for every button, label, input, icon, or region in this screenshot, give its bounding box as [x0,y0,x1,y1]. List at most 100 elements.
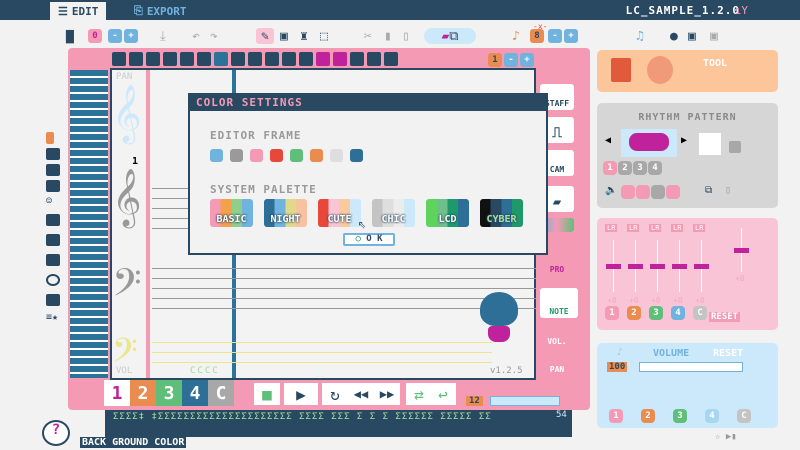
minus-button[interactable]: - [108,29,122,43]
select-icon[interactable]: ▣ [280,28,288,44]
home-icon[interactable] [46,214,60,226]
prev-pattern-icon[interactable]: ◀ [605,135,611,146]
repeat-icon[interactable]: ⇄ [406,383,432,405]
instrument-icon[interactable] [384,52,398,66]
palette-chic[interactable]: CHIC [372,199,415,227]
star-list-icon[interactable]: ≡★ [46,312,60,324]
next-pattern-icon[interactable]: ▶ [681,135,687,146]
instrument-icon[interactable] [231,52,245,66]
pan-fader-knob[interactable] [672,264,687,269]
rhythm-pattern-1[interactable]: 1 [603,161,617,175]
grid-icon[interactable] [46,234,60,246]
rhythm-pattern-3[interactable]: 3 [633,161,647,175]
pan-fader-knob[interactable] [628,264,643,269]
instrument-icon[interactable] [146,52,160,66]
rhythm-option[interactable] [636,185,650,199]
frame-color-swatch[interactable] [350,149,363,162]
pan-fader-knob[interactable] [606,264,621,269]
palette-icon[interactable] [647,56,673,84]
rhythm-pattern-2[interactable]: 2 [618,161,632,175]
pattern-clear-icon[interactable] [729,141,741,153]
master-fader-knob[interactable] [734,248,749,253]
volume-reset-button[interactable]: RESET [713,348,743,359]
download-icon[interactable]: ⤓ [160,28,166,44]
fast-forward-icon[interactable]: ▶▶ [374,383,400,405]
instrument-icon[interactable] [112,52,126,66]
tempo-slider[interactable] [490,396,560,406]
pan-fader-knob[interactable] [650,264,665,269]
palette-lcd[interactable]: LCD [426,199,469,227]
song-overview-strip[interactable]: ΣΣΣΣ‡ ‡ΣΣΣΣΣΣΣΣΣΣΣΣΣΣΣΣΣΣΣΣΣ ΣΣΣΣ ΣΣΣ Σ … [105,410,572,437]
octave-plus-button[interactable]: + [564,29,578,43]
pencil-icon[interactable]: ✎ [256,28,274,44]
instrument-icon[interactable] [367,52,381,66]
eraser-icon[interactable]: ▰ ⧉ [424,28,476,44]
list-icon[interactable] [46,294,60,306]
frame-color-swatch[interactable] [330,149,343,162]
frame-color-swatch[interactable] [230,149,243,162]
smile-icon[interactable]: ☺ [46,196,60,208]
tab-export[interactable]: ⎘ EXPORT [126,2,195,20]
palette-cute[interactable]: CUTE [318,199,361,227]
volume-slider[interactable] [639,362,743,372]
instrument-minus-button[interactable]: - [504,53,518,67]
ok-button[interactable]: ○ O K [343,233,395,246]
screen2-icon[interactable]: ▣ [710,28,718,44]
duplicate-icon[interactable]: ⧉ [449,29,458,44]
frame-color-swatch[interactable] [270,149,283,162]
channel-tab-3[interactable]: 3 [156,380,182,406]
mixer-channel-c[interactable]: C [693,306,707,320]
pan-fader-knob[interactable] [694,264,709,269]
octave-minus-button[interactable]: - [548,29,562,43]
copy-icon[interactable]: ▮ [384,28,392,44]
circle-icon[interactable] [46,274,60,286]
rewind-icon[interactable]: ◀◀ [348,383,374,405]
mixer-channel-2[interactable]: 2 [627,306,641,320]
list-icon[interactable] [46,164,60,176]
channel-tab-2[interactable]: 2 [130,380,156,406]
volume-channel-1[interactable]: 1 [609,409,623,423]
tab-edit[interactable]: ☰ EDIT [50,2,107,20]
volume-channel-c[interactable]: C [737,409,751,423]
channel-tab-4[interactable]: 4 [182,380,208,406]
frame-color-swatch[interactable] [310,149,323,162]
redo-icon[interactable]: ↷ [210,28,218,44]
screen-icon[interactable]: ▣ [688,28,696,44]
pattern-list-icon[interactable] [699,133,721,155]
stop-icon[interactable]: ■ [254,383,280,405]
plus-button[interactable]: + [124,29,138,43]
copy-icon[interactable]: ⧉ [705,185,712,196]
paste-icon[interactable]: ▯ [725,185,731,196]
stamp-icon[interactable]: ♜ [300,28,308,44]
instrument-icon[interactable] [129,52,143,66]
mixer-reset-button[interactable]: RESET [709,312,741,322]
instrument-icon[interactable] [248,52,262,66]
scissors-icon[interactable]: ✂ [364,28,372,44]
instrument-icon[interactable] [214,52,228,66]
channel-tab-c[interactable]: C [208,380,234,406]
volume-channel-3[interactable]: 3 [673,409,687,423]
mixer-channel-3[interactable]: 3 [649,306,663,320]
rhythm-pattern-4[interactable]: 4 [648,161,662,175]
music-list-icon[interactable]: ♫ [636,28,644,44]
list-icon[interactable] [46,148,60,160]
settings-icon[interactable]: ☆ ▶▮ [715,432,737,442]
return-icon[interactable]: ↩ [430,383,456,405]
volume-channel-4[interactable]: 4 [705,409,719,423]
palette-basic[interactable]: BASIC [210,199,253,227]
grid-icon[interactable] [46,180,60,192]
loop-icon[interactable]: ↻ [322,383,348,405]
mixer-channel-1[interactable]: 1 [605,306,619,320]
frame-color-swatch[interactable] [250,149,263,162]
instrument-icon[interactable] [350,52,364,66]
bomb-icon[interactable]: ● [670,28,678,44]
book-icon[interactable] [611,58,631,82]
paste-icon[interactable]: ▯ [402,28,410,44]
volume-channel-2[interactable]: 2 [641,409,655,423]
play-icon[interactable]: ▶ [284,383,318,405]
piano-keys[interactable] [70,70,108,378]
frame-color-swatch[interactable] [210,149,223,162]
tab-note[interactable]: NOTE [540,288,578,318]
help-icon[interactable]: ? [42,420,70,446]
instrument-icon[interactable] [333,52,347,66]
